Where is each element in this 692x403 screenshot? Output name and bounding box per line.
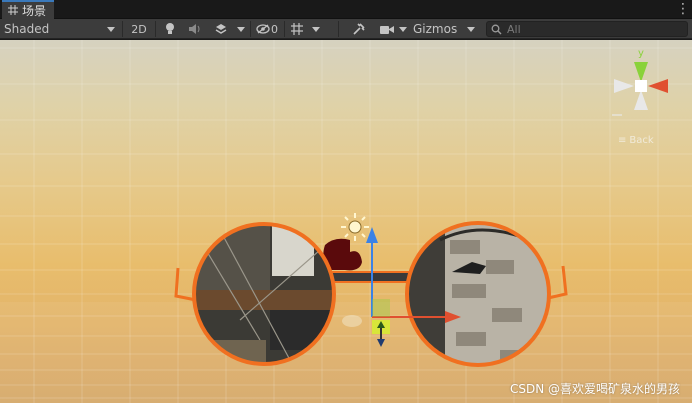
lighting-toggle-button[interactable]: [160, 20, 180, 38]
layers-icon: [215, 24, 227, 34]
camera-icon: [380, 25, 394, 34]
menu-lines-icon: ≡: [618, 135, 627, 146]
search-input[interactable]: [507, 22, 677, 36]
projection-label-text: Back: [629, 135, 654, 146]
gizmos-label: Gizmos: [413, 22, 458, 36]
shading-mode-dropdown[interactable]: Shaded: [0, 20, 119, 38]
scene-toolbar: Shaded 2D 0 Gizmos: [0, 19, 692, 39]
audio-toggle-button[interactable]: [185, 20, 205, 38]
toggle-2d-button[interactable]: 2D: [127, 20, 151, 38]
toolbar-divider: [250, 21, 251, 37]
grid-snap-dropdown[interactable]: [309, 20, 323, 38]
chevron-down-icon: [107, 26, 115, 32]
hidden-count: 0: [271, 22, 278, 36]
move-tool-gizmo[interactable]: [355, 225, 465, 355]
grid-icon: [8, 4, 18, 18]
more-options-icon[interactable]: ⋮: [676, 1, 690, 17]
chevron-down-icon: [467, 26, 475, 32]
toolbar-divider: [338, 21, 339, 37]
y-axis-label: y: [638, 48, 644, 59]
tab-label: 场景: [22, 4, 47, 18]
search-icon: [491, 24, 502, 34]
window-tab-bar: 场景 ⋮: [0, 0, 692, 19]
effects-dropdown[interactable]: [234, 20, 248, 38]
speaker-icon: [189, 24, 200, 34]
projection-label[interactable]: ≡ Back: [618, 135, 654, 146]
grid-snap-icon: [291, 23, 303, 35]
search-field[interactable]: [486, 21, 688, 37]
mode-2d-label: 2D: [131, 22, 147, 36]
camera-dropdown[interactable]: [397, 20, 409, 38]
watermark-text: CSDN @喜欢爱喝矿泉水的男孩: [509, 382, 680, 396]
toolbar-divider: [284, 21, 285, 37]
chevron-down-icon: [237, 26, 245, 32]
tab-scene[interactable]: 场景: [2, 0, 54, 19]
eye-slash-icon: [256, 24, 270, 34]
wrench-icon: [353, 23, 365, 35]
left-lens-image: [194, 224, 334, 364]
toolbar-divider: [122, 21, 123, 37]
toolbar-divider: [155, 21, 156, 37]
lightbulb-icon: [166, 23, 174, 34]
grid-snap-button[interactable]: [287, 20, 307, 38]
tools-button[interactable]: [349, 20, 369, 38]
chevron-down-icon: [312, 26, 320, 32]
gizmos-dropdown[interactable]: Gizmos: [409, 20, 479, 38]
shading-mode-label: Shaded: [4, 22, 50, 36]
orientation-gizmo[interactable]: y: [610, 46, 672, 124]
scene-viewport[interactable]: y ≡ Back CSDN @喜欢爱喝矿泉水的男孩: [0, 40, 692, 403]
camera-button[interactable]: [377, 20, 397, 38]
chevron-down-icon: [399, 26, 407, 32]
hidden-objects-button[interactable]: 0: [253, 20, 281, 38]
effects-toggle-button[interactable]: [210, 20, 232, 38]
